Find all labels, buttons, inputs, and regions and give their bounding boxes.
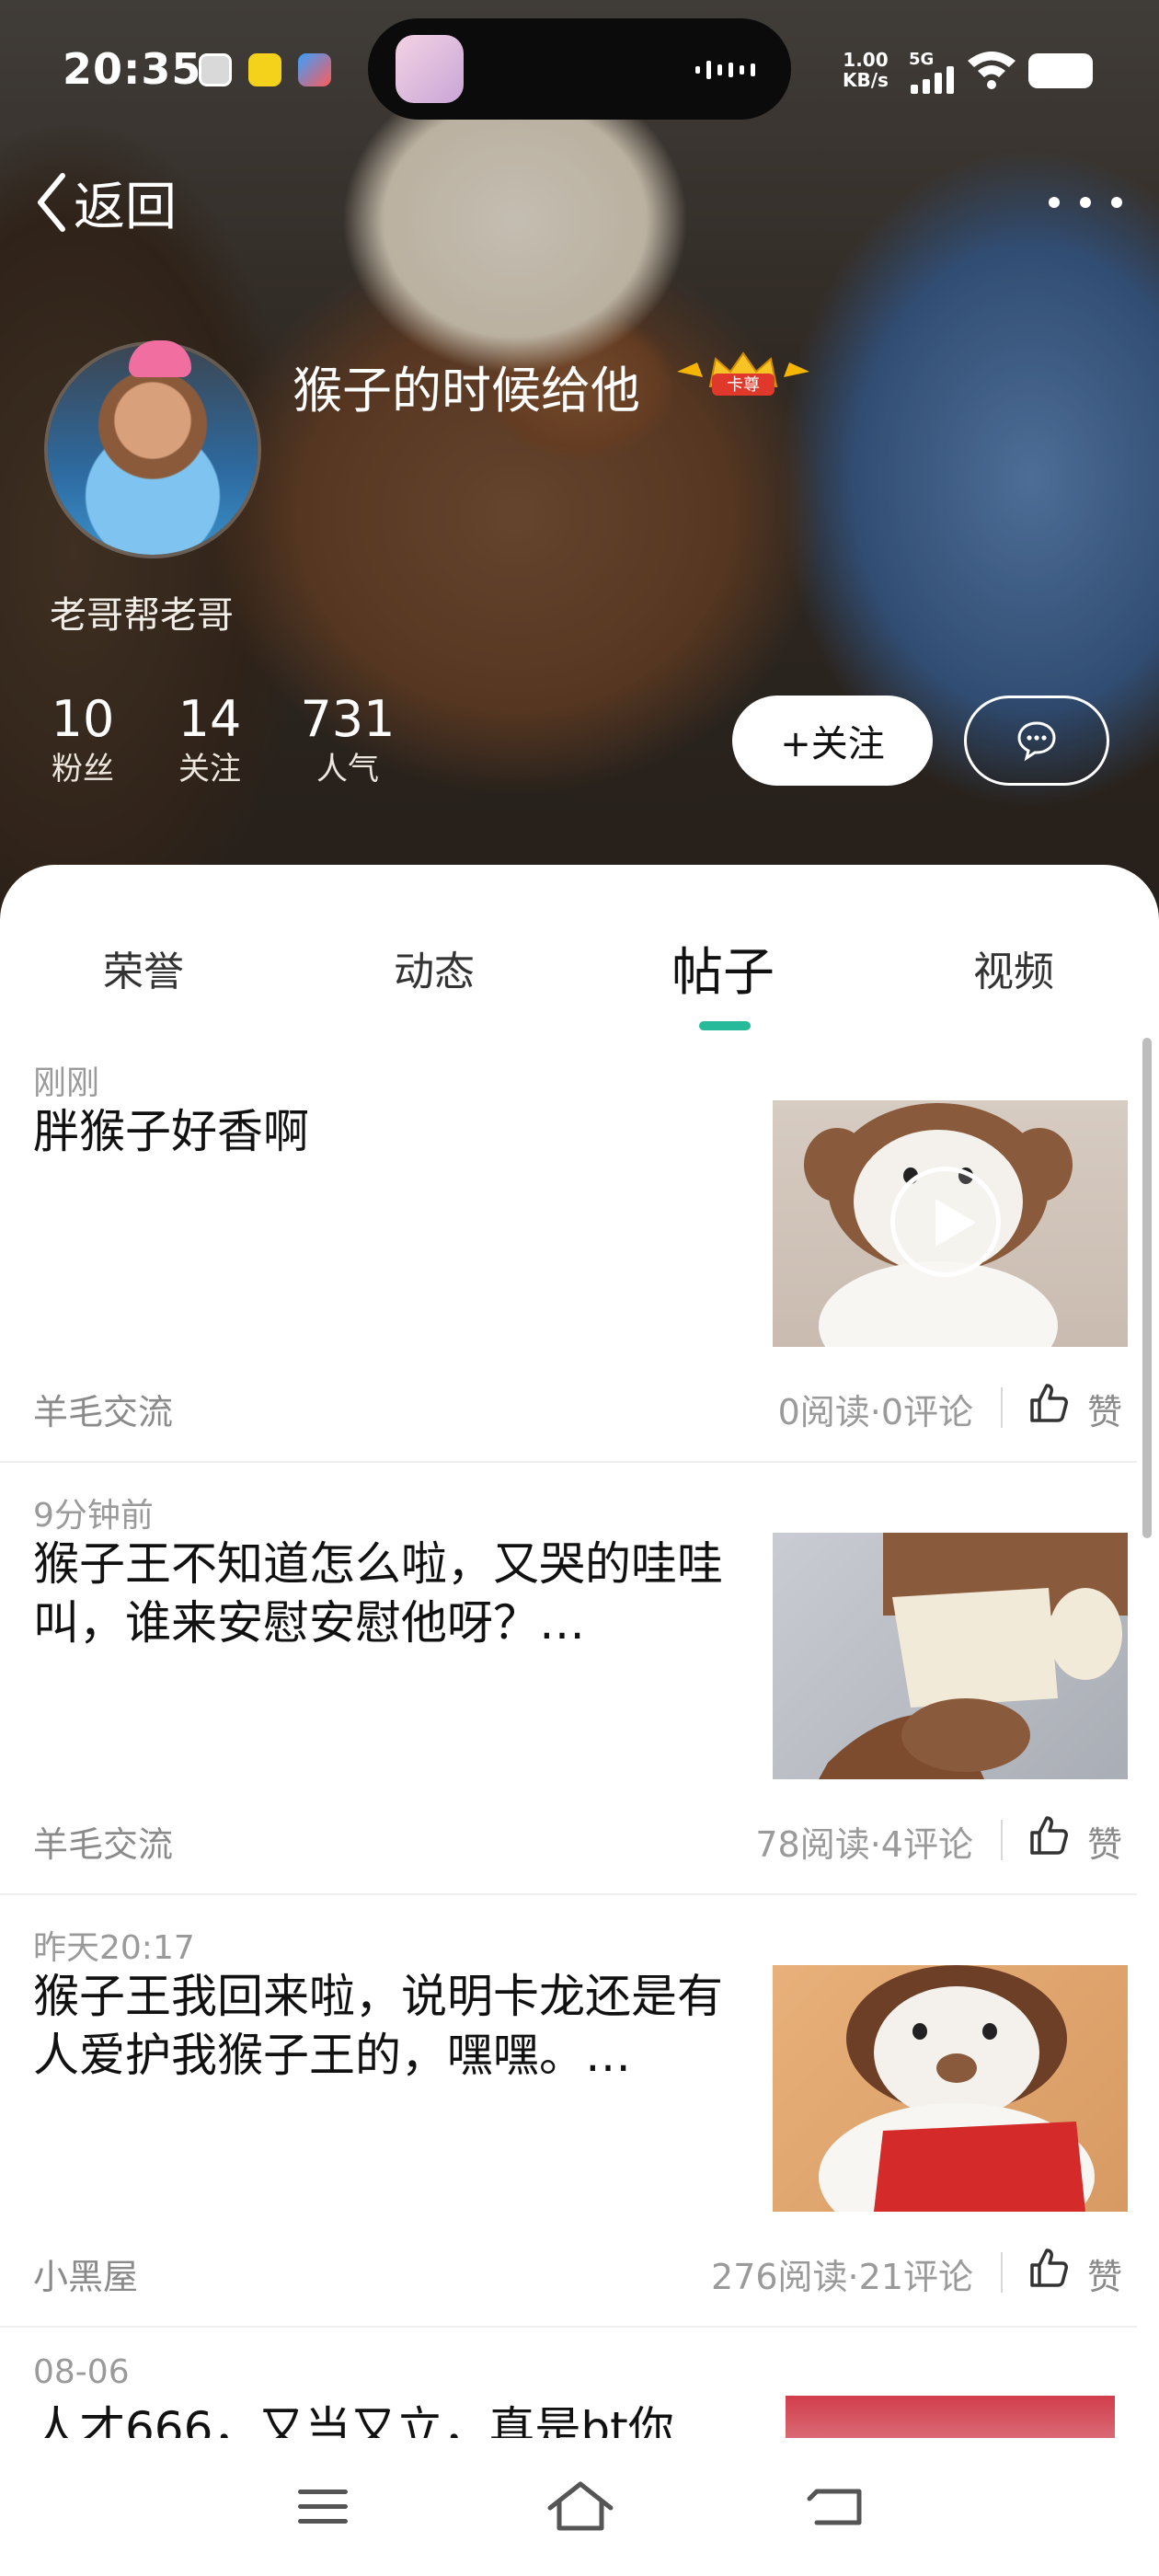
post-thumbnail[interactable] — [773, 1533, 1128, 1779]
thumbs-up-icon[interactable] — [1028, 2247, 1069, 2289]
back-label: 返回 — [74, 177, 177, 237]
system-nav-bar — [0, 2438, 1159, 2576]
post-divider — [0, 1461, 1137, 1463]
post-title: 人才666，又当又立，真是bt你 — [33, 2402, 674, 2438]
play-video-icon[interactable] — [890, 1167, 1001, 1277]
status-bar: 20:35 1.00 KB/s 5G — [0, 0, 1159, 138]
stat-popularity-label: 人气 — [316, 751, 379, 788]
net-speed: 1.00 KB/s — [843, 50, 889, 90]
post-category[interactable]: 小黑屋 — [33, 2248, 138, 2299]
post-time: 08-06 — [33, 2353, 130, 2391]
battery-icon — [1028, 53, 1093, 88]
stat-popularity[interactable]: 731 人气 — [300, 690, 396, 789]
post-item[interactable]: 08-06 人才666，又当又立，真是bt你 — [0, 2346, 1137, 2438]
tab-activity[interactable]: 动态 — [342, 938, 526, 997]
back-icon — [807, 2489, 862, 2525]
home-icon — [547, 2481, 614, 2531]
shield-app-icon — [199, 53, 232, 86]
island-avatar-icon — [396, 35, 464, 103]
post-title: 胖猴子好香啊 — [33, 1105, 309, 1158]
stat-fans-label: 粉丝 — [52, 751, 114, 788]
more-dot — [1111, 197, 1122, 208]
tab-posts[interactable]: 帖子 — [631, 931, 815, 1006]
tab-active-indicator — [699, 1021, 751, 1030]
menu-icon — [298, 2490, 348, 2524]
message-icon — [1017, 721, 1056, 762]
signal-icon — [911, 66, 954, 94]
blue-app-icon — [298, 53, 331, 86]
wifi-icon — [968, 52, 1016, 89]
chevron-left-icon — [38, 173, 65, 232]
more-dot — [1080, 197, 1091, 208]
like-label[interactable]: 赞 — [1087, 1816, 1122, 1867]
home-button[interactable] — [539, 2475, 622, 2539]
system-back-button[interactable] — [797, 2475, 879, 2539]
stat-following-label: 关注 — [178, 751, 241, 788]
post-item[interactable]: 9分钟前 猴子王不知道怎么啦，又哭的哇哇叫，谁来安慰安慰他呀？… 羊毛交流 78… — [0, 1481, 1137, 1895]
vip-badge-text: 卡尊 — [727, 375, 760, 395]
more-button[interactable] — [1049, 184, 1122, 221]
stats-divider — [1001, 1820, 1003, 1860]
net-speed-unit: KB/s — [843, 69, 889, 91]
post-category[interactable]: 羊毛交流 — [33, 1384, 173, 1434]
post-time: 昨天20:17 — [33, 1929, 195, 1967]
monkey-photo-icon — [819, 1533, 1128, 1779]
post-stats: 276阅读·21评论 — [711, 2257, 973, 2297]
follow-button[interactable]: +关注 — [732, 696, 933, 786]
stat-popularity-value: 731 — [300, 690, 396, 748]
tab-honor[interactable]: 荣誉 — [52, 938, 235, 997]
post-category[interactable]: 羊毛交流 — [33, 1816, 173, 1867]
monkey-photo-icon — [819, 1965, 1095, 2212]
stat-following-value: 14 — [178, 690, 242, 748]
audio-wave-icon — [695, 61, 755, 79]
post-item[interactable]: 昨天20:17 猴子王我回来啦，说明卡龙还是有人爱护我猴子王的，嘿嘿。… 小黑屋… — [0, 1914, 1137, 2328]
menu-button[interactable] — [281, 2475, 364, 2539]
post-stats: 0阅读·0评论 — [777, 1392, 973, 1432]
message-button[interactable] — [964, 696, 1109, 786]
tab-videos[interactable]: 视频 — [922, 938, 1106, 997]
stat-fans[interactable]: 10 粉丝 — [44, 690, 121, 789]
post-thumbnail[interactable] — [773, 1965, 1128, 2212]
post-thumbnail[interactable] — [786, 2396, 1115, 2438]
user-name: 猴子的时候给他 — [293, 362, 640, 420]
scrollbar[interactable] — [1142, 1038, 1152, 1538]
status-time: 20:35 — [63, 44, 202, 94]
post-title: 猴子王不知道怎么啦，又哭的哇哇叫，谁来安慰安慰他呀？… — [33, 1537, 723, 1650]
like-label[interactable]: 赞 — [1087, 2248, 1122, 2299]
net-speed-value: 1.00 — [843, 49, 889, 71]
stats-divider — [1001, 1387, 1003, 1428]
back-button[interactable]: 返回 — [33, 166, 177, 239]
stat-following[interactable]: 14 关注 — [169, 690, 250, 789]
dynamic-island[interactable] — [368, 18, 791, 120]
green-app-icon — [248, 53, 281, 86]
post-divider — [0, 1893, 1137, 1895]
post-stats: 78阅读·4评论 — [755, 1824, 973, 1865]
user-bio: 老哥帮老哥 — [50, 594, 234, 637]
stats-divider — [1001, 2252, 1003, 2293]
thumbs-up-icon[interactable] — [1028, 1382, 1069, 1424]
more-dot — [1049, 197, 1060, 208]
post-title: 猴子王我回来啦，说明卡龙还是有人爱护我猴子王的，嘿嘿。… — [33, 1970, 723, 2082]
vip-crown-badge[interactable]: 卡尊 — [670, 346, 817, 401]
post-thumbnail[interactable] — [773, 1100, 1128, 1347]
post-time: 刚刚 — [33, 1064, 100, 1102]
post-item[interactable]: 刚刚 胖猴子好香啊 羊毛交流 0阅读·0评论 赞 — [0, 1049, 1137, 1463]
stat-fans-value: 10 — [51, 690, 115, 748]
profile-tabs: 荣誉 动态 帖子 视频 — [0, 938, 1159, 1030]
like-label[interactable]: 赞 — [1087, 1384, 1122, 1434]
thumbs-up-icon[interactable] — [1028, 1814, 1069, 1857]
play-triangle — [935, 1199, 976, 1247]
post-time: 9分钟前 — [33, 1497, 154, 1535]
post-divider — [0, 2326, 1137, 2328]
